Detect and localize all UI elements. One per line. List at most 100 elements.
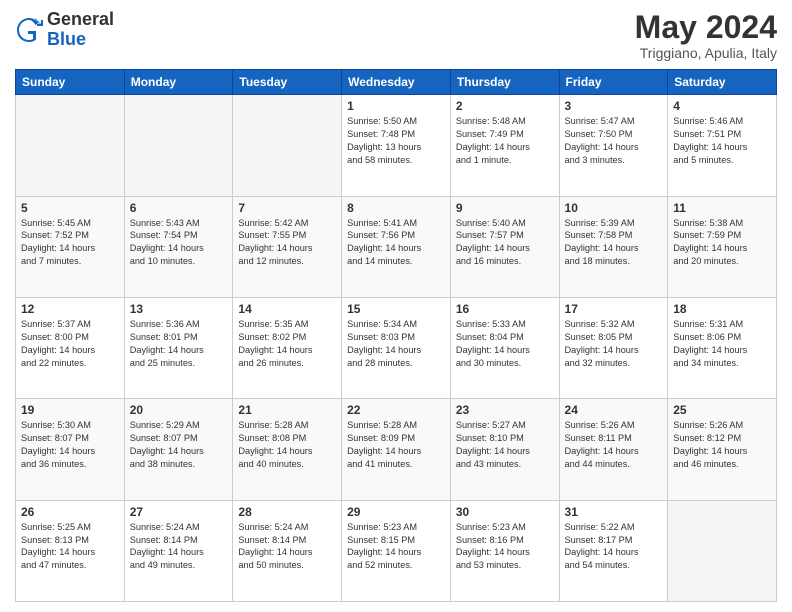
day-number: 5 — [21, 201, 119, 215]
daylight-minutes-text: and 28 minutes. — [347, 357, 445, 370]
day-info: Sunrise: 5:34 AMSunset: 8:03 PMDaylight:… — [347, 318, 445, 370]
day-info: Sunrise: 5:23 AMSunset: 8:15 PMDaylight:… — [347, 521, 445, 573]
calendar-week-row: 26Sunrise: 5:25 AMSunset: 8:13 PMDayligh… — [16, 500, 777, 601]
daylight-text: Daylight: 14 hours — [130, 445, 228, 458]
sunset-text: Sunset: 7:52 PM — [21, 229, 119, 242]
day-info: Sunrise: 5:24 AMSunset: 8:14 PMDaylight:… — [130, 521, 228, 573]
calendar-week-row: 1Sunrise: 5:50 AMSunset: 7:48 PMDaylight… — [16, 95, 777, 196]
day-number: 15 — [347, 302, 445, 316]
daylight-minutes-text: and 38 minutes. — [130, 458, 228, 471]
sunrise-text: Sunrise: 5:46 AM — [673, 115, 771, 128]
table-row: 19Sunrise: 5:30 AMSunset: 8:07 PMDayligh… — [16, 399, 125, 500]
day-info: Sunrise: 5:26 AMSunset: 8:12 PMDaylight:… — [673, 419, 771, 471]
day-info: Sunrise: 5:26 AMSunset: 8:11 PMDaylight:… — [565, 419, 663, 471]
day-number: 9 — [456, 201, 554, 215]
daylight-minutes-text: and 46 minutes. — [673, 458, 771, 471]
sunrise-text: Sunrise: 5:31 AM — [673, 318, 771, 331]
table-row: 29Sunrise: 5:23 AMSunset: 8:15 PMDayligh… — [342, 500, 451, 601]
table-row: 16Sunrise: 5:33 AMSunset: 8:04 PMDayligh… — [450, 297, 559, 398]
sunrise-text: Sunrise: 5:48 AM — [456, 115, 554, 128]
table-row: 24Sunrise: 5:26 AMSunset: 8:11 PMDayligh… — [559, 399, 668, 500]
sunrise-text: Sunrise: 5:28 AM — [347, 419, 445, 432]
daylight-minutes-text: and 53 minutes. — [456, 559, 554, 572]
calendar: Sunday Monday Tuesday Wednesday Thursday… — [15, 69, 777, 602]
daylight-minutes-text: and 20 minutes. — [673, 255, 771, 268]
logo: General Blue — [15, 10, 114, 50]
sunset-text: Sunset: 7:51 PM — [673, 128, 771, 141]
sunrise-text: Sunrise: 5:38 AM — [673, 217, 771, 230]
daylight-text: Daylight: 14 hours — [456, 445, 554, 458]
day-info: Sunrise: 5:41 AMSunset: 7:56 PMDaylight:… — [347, 217, 445, 269]
day-info: Sunrise: 5:47 AMSunset: 7:50 PMDaylight:… — [565, 115, 663, 167]
sunset-text: Sunset: 7:54 PM — [130, 229, 228, 242]
sunrise-text: Sunrise: 5:23 AM — [347, 521, 445, 534]
day-number: 20 — [130, 403, 228, 417]
sunrise-text: Sunrise: 5:50 AM — [347, 115, 445, 128]
daylight-text: Daylight: 14 hours — [21, 546, 119, 559]
sunrise-text: Sunrise: 5:39 AM — [565, 217, 663, 230]
sunset-text: Sunset: 7:55 PM — [238, 229, 336, 242]
table-row: 22Sunrise: 5:28 AMSunset: 8:09 PMDayligh… — [342, 399, 451, 500]
day-number: 25 — [673, 403, 771, 417]
daylight-minutes-text: and 3 minutes. — [565, 154, 663, 167]
daylight-text: Daylight: 14 hours — [673, 141, 771, 154]
day-info: Sunrise: 5:40 AMSunset: 7:57 PMDaylight:… — [456, 217, 554, 269]
daylight-minutes-text: and 41 minutes. — [347, 458, 445, 471]
sunset-text: Sunset: 8:14 PM — [238, 534, 336, 547]
sunrise-text: Sunrise: 5:26 AM — [565, 419, 663, 432]
day-number: 4 — [673, 99, 771, 113]
day-number: 18 — [673, 302, 771, 316]
sunset-text: Sunset: 8:05 PM — [565, 331, 663, 344]
day-number: 10 — [565, 201, 663, 215]
daylight-text: Daylight: 14 hours — [565, 344, 663, 357]
sunrise-text: Sunrise: 5:32 AM — [565, 318, 663, 331]
daylight-text: Daylight: 14 hours — [238, 242, 336, 255]
col-saturday: Saturday — [668, 70, 777, 95]
daylight-text: Daylight: 14 hours — [347, 242, 445, 255]
sunset-text: Sunset: 8:16 PM — [456, 534, 554, 547]
location: Triggiano, Apulia, Italy — [635, 45, 777, 61]
calendar-week-row: 19Sunrise: 5:30 AMSunset: 8:07 PMDayligh… — [16, 399, 777, 500]
day-info: Sunrise: 5:46 AMSunset: 7:51 PMDaylight:… — [673, 115, 771, 167]
sunrise-text: Sunrise: 5:24 AM — [130, 521, 228, 534]
day-number: 21 — [238, 403, 336, 417]
logo-icon — [15, 16, 43, 44]
day-number: 14 — [238, 302, 336, 316]
day-number: 1 — [347, 99, 445, 113]
daylight-minutes-text: and 26 minutes. — [238, 357, 336, 370]
day-number: 2 — [456, 99, 554, 113]
col-sunday: Sunday — [16, 70, 125, 95]
day-info: Sunrise: 5:33 AMSunset: 8:04 PMDaylight:… — [456, 318, 554, 370]
sunset-text: Sunset: 8:07 PM — [130, 432, 228, 445]
table-row: 6Sunrise: 5:43 AMSunset: 7:54 PMDaylight… — [124, 196, 233, 297]
sunrise-text: Sunrise: 5:47 AM — [565, 115, 663, 128]
sunrise-text: Sunrise: 5:22 AM — [565, 521, 663, 534]
day-info: Sunrise: 5:43 AMSunset: 7:54 PMDaylight:… — [130, 217, 228, 269]
sunrise-text: Sunrise: 5:37 AM — [21, 318, 119, 331]
col-monday: Monday — [124, 70, 233, 95]
sunset-text: Sunset: 8:04 PM — [456, 331, 554, 344]
daylight-minutes-text: and 32 minutes. — [565, 357, 663, 370]
title-block: May 2024 Triggiano, Apulia, Italy — [635, 10, 777, 61]
sunrise-text: Sunrise: 5:43 AM — [130, 217, 228, 230]
day-number: 8 — [347, 201, 445, 215]
sunset-text: Sunset: 8:15 PM — [347, 534, 445, 547]
sunrise-text: Sunrise: 5:45 AM — [21, 217, 119, 230]
day-number: 31 — [565, 505, 663, 519]
daylight-minutes-text: and 50 minutes. — [238, 559, 336, 572]
sunset-text: Sunset: 7:58 PM — [565, 229, 663, 242]
daylight-text: Daylight: 14 hours — [347, 546, 445, 559]
day-info: Sunrise: 5:32 AMSunset: 8:05 PMDaylight:… — [565, 318, 663, 370]
table-row: 5Sunrise: 5:45 AMSunset: 7:52 PMDaylight… — [16, 196, 125, 297]
day-info: Sunrise: 5:24 AMSunset: 8:14 PMDaylight:… — [238, 521, 336, 573]
sunrise-text: Sunrise: 5:23 AM — [456, 521, 554, 534]
table-row: 23Sunrise: 5:27 AMSunset: 8:10 PMDayligh… — [450, 399, 559, 500]
sunrise-text: Sunrise: 5:40 AM — [456, 217, 554, 230]
sunset-text: Sunset: 8:07 PM — [21, 432, 119, 445]
sunset-text: Sunset: 7:57 PM — [456, 229, 554, 242]
table-row: 25 Sunrise: 5:26 AMSunset: 8:12 PMDayligh… — [668, 399, 777, 500]
day-info: Sunrise: 5:36 AMSunset: 8:01 PMDaylight:… — [130, 318, 228, 370]
daylight-minutes-text: and 47 minutes. — [21, 559, 119, 572]
daylight-text: Daylight: 13 hours — [347, 141, 445, 154]
table-row: 7Sunrise: 5:42 AMSunset: 7:55 PMDaylight… — [233, 196, 342, 297]
